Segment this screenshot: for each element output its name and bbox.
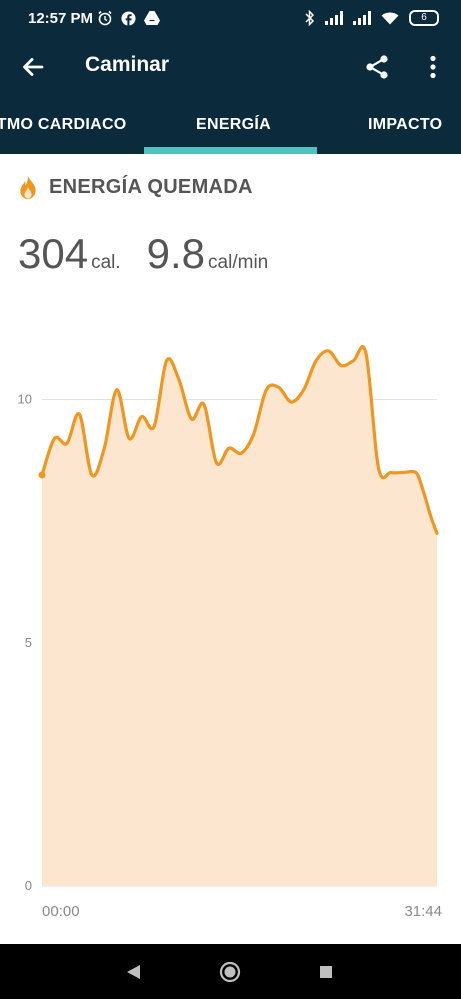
share-icon[interactable]: [362, 52, 392, 82]
active-tab-indicator: [144, 147, 317, 154]
x-axis-label: 31:44: [404, 903, 442, 920]
home-nav-icon[interactable]: [217, 959, 243, 985]
flame-icon: [20, 175, 36, 199]
total-calories-unit: cal.: [91, 252, 121, 273]
system-nav-bar: [0, 944, 461, 999]
energy-area: [42, 346, 437, 886]
energy-metrics: 304 cal. 9.8 cal/min: [18, 230, 268, 278]
start-point-marker: [38, 471, 46, 479]
bluetooth-icon: [305, 10, 315, 26]
tab-bar: ITMO CARDIACO ENERGÍA IMPACTO: [0, 96, 461, 154]
status-time: 12:57 PM: [28, 10, 94, 27]
back-nav-icon[interactable]: [120, 959, 146, 985]
signal-icon: [353, 11, 371, 25]
x-axis-labels: 00:00 31:44: [42, 903, 442, 920]
y-tick-label: 10: [18, 392, 32, 407]
recents-nav-icon[interactable]: [313, 959, 339, 985]
arrow-back-icon[interactable]: [18, 52, 48, 82]
x-axis-label: 00:00: [42, 903, 80, 920]
calorie-rate-value: 9.8: [146, 230, 206, 277]
energy-chart: 0 5 10 00:00 31:44: [18, 345, 442, 920]
section-header: ENERGÍA QUEMADA: [18, 172, 253, 202]
total-calories-value: 304: [18, 230, 89, 277]
tab-energy[interactable]: ENERGÍA: [196, 116, 271, 134]
y-tick-label: 0: [25, 878, 32, 893]
facebook-icon: [121, 10, 136, 26]
signal-icon: [325, 11, 343, 25]
status-bar: 12:57 PM 6: [0, 0, 461, 40]
drive-icon: [144, 11, 160, 25]
y-tick-label: 5: [25, 635, 32, 650]
more-vert-icon[interactable]: [418, 52, 448, 82]
wifi-icon: [381, 12, 399, 25]
tab-impact[interactable]: IMPACTO: [368, 116, 442, 134]
y-axis-ticks: 0 5 10: [18, 392, 32, 893]
battery-indicator: 6: [409, 10, 439, 26]
alarm-icon: [98, 10, 112, 26]
page-title: Caminar: [85, 53, 170, 76]
status-left-icons: [97, 10, 160, 26]
app-bar: Caminar: [0, 40, 461, 96]
tab-heart-rate[interactable]: ITMO CARDIACO: [0, 116, 127, 134]
status-right-icons: 6: [305, 10, 439, 26]
section-title: ENERGÍA QUEMADA: [49, 175, 253, 198]
calorie-rate-unit: cal/min: [208, 252, 269, 273]
